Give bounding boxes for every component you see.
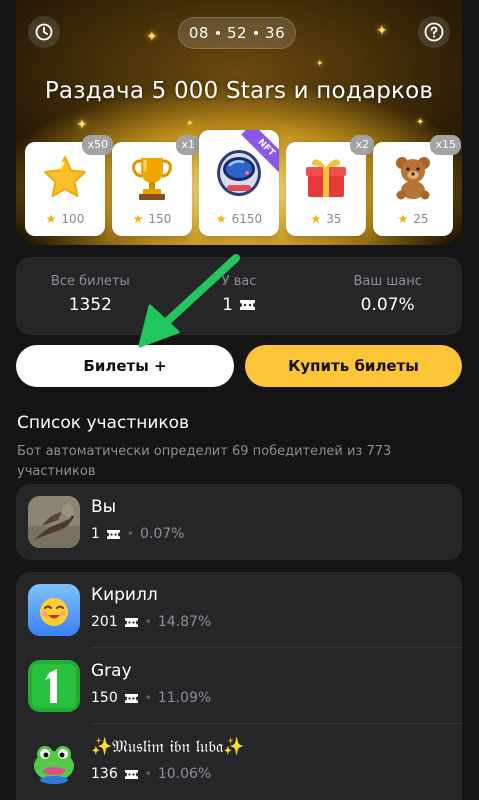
sparkle-icon: ✦ — [376, 23, 388, 39]
prize-price: 6150 — [231, 212, 263, 226]
price-star-icon: ★ — [45, 212, 57, 226]
stat-value: 0.07% — [360, 295, 415, 315]
ticket-icon — [124, 769, 138, 779]
stat-label: Все билеты — [50, 274, 130, 289]
buy-tickets-button[interactable]: Купить билеты — [245, 345, 462, 387]
participant-tickets: 201 — [91, 614, 118, 630]
participant-name: Кирилл — [91, 585, 158, 605]
ticket-icon — [124, 617, 138, 627]
bird-photo-avatar — [28, 496, 80, 548]
avatar — [28, 736, 80, 788]
timer-hours: 08 — [188, 24, 209, 42]
prize-card-star[interactable]: x50 ★ 100 — [25, 135, 113, 236]
timer-dot — [215, 31, 220, 35]
teddy-bear-icon — [396, 157, 430, 200]
participants-list-card: Кирилл 201 • 14.87% Gray 150 • 11.09% ✨𝔐… — [16, 572, 462, 800]
separator-dot: • — [144, 615, 152, 629]
participant-row-me[interactable]: Вы 1 • 0.07% — [16, 484, 462, 560]
stat-my-tickets: У вас 1 — [165, 257, 314, 335]
separator-dot: • — [144, 767, 152, 781]
stat-value: 1 — [222, 295, 233, 315]
sparkle-icon: ✦ — [146, 29, 158, 45]
avatar — [28, 584, 80, 636]
timer-minutes: 52 — [226, 24, 248, 42]
ticket-icon — [124, 693, 138, 703]
sparkle-icon: ✦ — [186, 119, 194, 129]
stat-all-tickets: Все билеты 1352 — [16, 257, 165, 335]
clock-icon — [35, 23, 53, 41]
giveaway-title: Раздача 5 000 Stars и подарков — [44, 78, 434, 104]
participant-tickets: 1 — [91, 526, 100, 542]
participant-name: ✨𝔐𝔲𝔰𝔩𝔦𝔪 𝔦𝔟𝔫 𝔩𝔲𝔟𝔞✨ — [91, 737, 245, 757]
question-icon — [424, 22, 444, 42]
ticket-stats-panel: Все билеты 1352 У вас 1 Ваш шанс 0.07% — [16, 257, 462, 335]
sparkle-icon: ✦ — [76, 117, 88, 133]
countdown-timer: 08 52 36 — [178, 17, 296, 49]
ticket-icon — [106, 529, 120, 539]
prize-card-teddy-bear[interactable]: x15 ★ 25 — [373, 135, 461, 236]
emoji-avatar — [28, 584, 80, 636]
stat-label: Ваш шанс — [353, 274, 422, 289]
gift-icon — [306, 159, 346, 197]
history-button[interactable] — [28, 16, 60, 48]
giveaway-banner: ✦ ✦ ✦ ✦ ✦ ✦ 08 52 36 Раздача 5 000 Stars… — [16, 0, 462, 245]
helmet-icon — [217, 150, 261, 196]
stat-value: 1352 — [68, 295, 112, 315]
separator-dot: • — [144, 691, 152, 705]
number-one-avatar — [28, 660, 80, 712]
participant-chance: 11.09% — [157, 690, 212, 706]
frog-avatar — [28, 736, 80, 788]
ticket-icon — [239, 300, 255, 310]
prize-card-nft-helmet[interactable]: NFT ★ 6150 — [199, 130, 279, 236]
prize-price: 100 — [61, 212, 85, 226]
prize-card-gift-box[interactable]: x2 ★ 35 — [286, 135, 374, 236]
participant-row[interactable]: Кирилл 201 • 14.87% — [16, 572, 462, 648]
participants-description: Бот автоматически определит 69 победител… — [17, 444, 392, 479]
participant-chance: 10.06% — [157, 766, 212, 782]
price-star-icon: ★ — [132, 212, 144, 226]
prize-card-trophy[interactable]: x1 ★ 150 — [112, 135, 200, 236]
tickets-plus-button[interactable]: Билеты + — [16, 345, 234, 387]
star-icon — [44, 156, 86, 197]
avatar — [28, 496, 80, 548]
my-participant-card: Вы 1 • 0.07% — [16, 484, 462, 560]
timer-dot — [254, 31, 259, 35]
prize-price: 25 — [413, 212, 429, 226]
trophy-icon — [132, 158, 172, 200]
participants-title: Список участников — [17, 413, 190, 433]
price-star-icon: ★ — [397, 212, 409, 226]
participant-chance: 14.87% — [157, 614, 212, 630]
price-star-icon: ★ — [215, 212, 227, 226]
prize-price: 35 — [326, 212, 342, 226]
sparkle-icon: ✦ — [416, 117, 425, 128]
participant-chance: 0.07% — [140, 526, 185, 542]
participant-name: Вы — [91, 497, 117, 517]
separator-dot: • — [126, 527, 134, 541]
participant-name: Gray — [91, 661, 132, 681]
avatar — [28, 660, 80, 712]
participant-row[interactable]: Gray 150 • 11.09% — [16, 648, 462, 724]
participant-tickets: 150 — [91, 690, 118, 706]
prize-price: 150 — [148, 212, 172, 226]
timer-seconds: 36 — [265, 24, 286, 42]
stat-my-chance: Ваш шанс 0.07% — [313, 257, 462, 335]
participant-row[interactable]: ✨𝔐𝔲𝔰𝔩𝔦𝔪 𝔦𝔟𝔫 𝔩𝔲𝔟𝔞✨ 136 • 10.06% — [16, 724, 462, 800]
sparkle-icon: ✦ — [316, 59, 324, 69]
help-button[interactable] — [418, 16, 450, 48]
stat-label: У вас — [221, 274, 257, 289]
price-star-icon: ★ — [310, 212, 322, 226]
participant-tickets: 136 — [91, 766, 118, 782]
